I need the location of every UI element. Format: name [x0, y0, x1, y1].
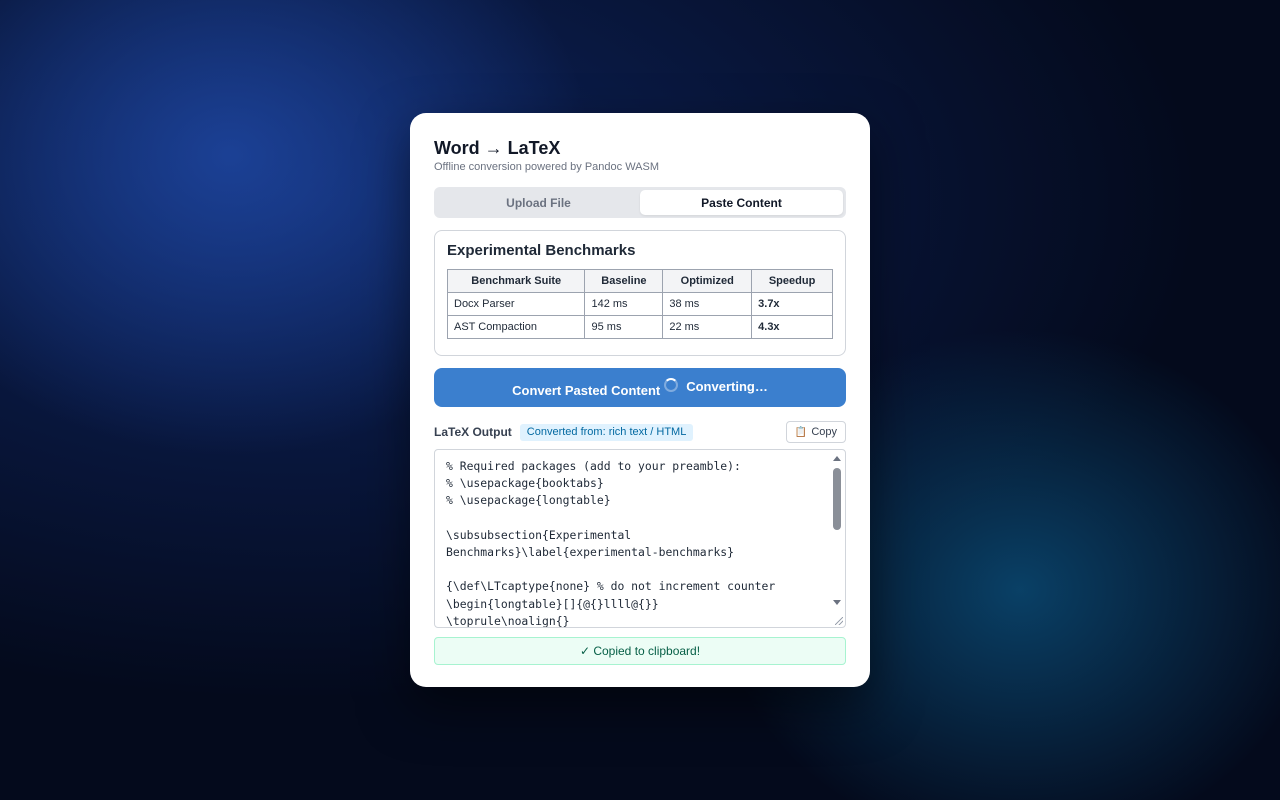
- table-cell: 3.7x: [751, 292, 833, 316]
- loading-spinner-icon: [664, 377, 679, 392]
- scrollbar-thumb[interactable]: [833, 468, 841, 530]
- table-cell: 142 ms: [584, 292, 664, 316]
- column-header: Baseline: [584, 269, 664, 293]
- table-cell: Docx Parser: [446, 292, 586, 316]
- table-cell: 4.3x: [751, 315, 833, 339]
- table-cell: 22 ms: [662, 315, 753, 339]
- column-header: Optimized: [662, 269, 753, 293]
- source-format-badge: Converted from: rich text / HTML: [519, 423, 694, 441]
- resize-handle-icon[interactable]: [835, 617, 843, 625]
- input-mode-tabs: Upload File Paste Content: [434, 187, 846, 218]
- scroll-down-arrow-icon[interactable]: [833, 600, 841, 605]
- clipboard-icon: 📋: [794, 426, 808, 438]
- convert-button[interactable]: Convert Pasted Content Converting…: [434, 368, 846, 407]
- latex-output-text: % Required packages (add to your preambl…: [446, 459, 776, 628]
- column-header: Benchmark Suite: [446, 269, 586, 293]
- converter-card: Word → LaTeX Offline conversion powered …: [410, 113, 870, 687]
- tab-paste-content[interactable]: Paste Content: [640, 190, 843, 215]
- converting-status: Converting…: [686, 378, 768, 394]
- output-header: LaTeX Output Converted from: rich text /…: [434, 421, 846, 443]
- table-cell: 95 ms: [584, 315, 664, 339]
- app-subtitle: Offline conversion powered by Pandoc WAS…: [434, 161, 660, 173]
- output-scrollbar[interactable]: [831, 451, 844, 626]
- table-row: AST Compaction 95 ms 22 ms 4.3x: [446, 315, 833, 339]
- app-title: Word → LaTeX: [434, 138, 561, 158]
- table-row: Docx Parser 142 ms 38 ms 3.7x: [446, 292, 833, 316]
- convert-button-label: Convert Pasted Content: [512, 382, 661, 398]
- copy-button[interactable]: 📋 Copy: [785, 421, 846, 443]
- preview-heading: Experimental Benchmarks: [447, 242, 636, 259]
- copied-toast: ✓ Copied to clipboard!: [434, 637, 846, 665]
- pasted-content-preview[interactable]: Experimental Benchmarks Benchmark Suite …: [434, 230, 846, 356]
- latex-output-textarea[interactable]: % Required packages (add to your preambl…: [434, 449, 846, 628]
- table-cell: 38 ms: [662, 292, 753, 316]
- scroll-up-arrow-icon[interactable]: [833, 456, 841, 461]
- output-label: LaTeX Output: [434, 425, 512, 439]
- copy-button-label: Copy: [811, 426, 837, 438]
- table-header-row: Benchmark Suite Baseline Optimized Speed…: [446, 269, 833, 293]
- benchmark-table: Benchmark Suite Baseline Optimized Speed…: [446, 269, 833, 339]
- tab-upload-file[interactable]: Upload File: [437, 190, 640, 215]
- column-header: Speedup: [751, 269, 833, 293]
- table-cell: AST Compaction: [446, 315, 586, 339]
